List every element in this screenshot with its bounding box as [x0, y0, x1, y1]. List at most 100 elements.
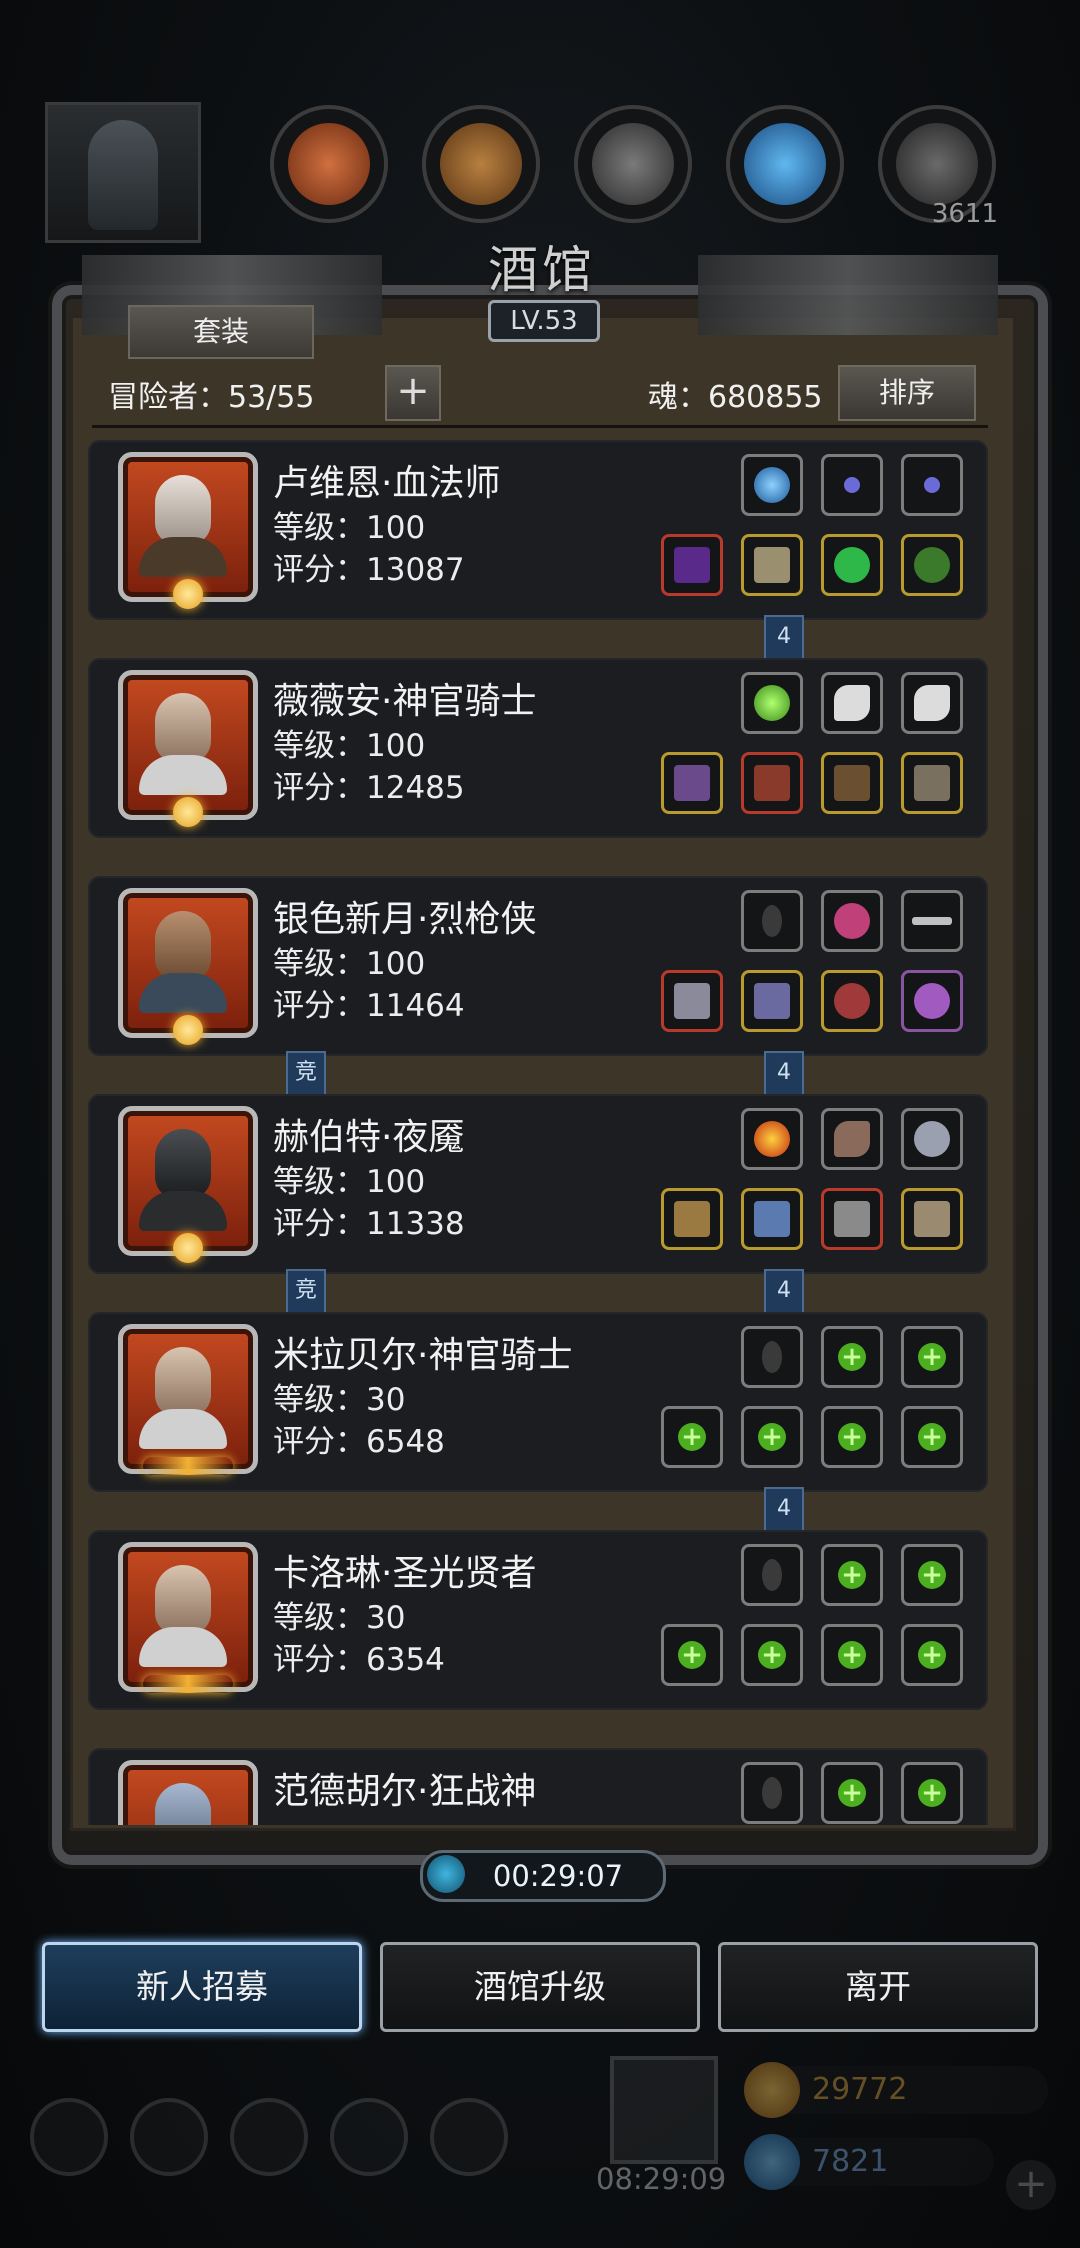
helmet-icon[interactable] [230, 2098, 308, 2176]
gift-box-icon[interactable] [610, 2056, 718, 2164]
gift-timer: 08:29:09 [596, 2162, 727, 2196]
hero-list[interactable]: 卢维恩·血法师 等级：100 评分：13087 4 薇薇安·神官骑士 等级：10… [88, 440, 988, 1825]
add-equipment-icon[interactable]: + [821, 1624, 883, 1686]
add-equipment-icon[interactable]: + [661, 1406, 723, 1468]
hero-name: 米拉贝尔·神官骑士 [273, 1335, 573, 1376]
hero-card[interactable]: 范德胡尔·狂战神 + + [88, 1748, 988, 1825]
hero-name: 赫伯特·夜魇 [273, 1117, 465, 1158]
heart-pendant-equip-icon[interactable] [821, 970, 883, 1032]
ring-equip-icon[interactable] [901, 970, 963, 1032]
crystal-resource-icon[interactable] [726, 105, 844, 223]
rank-tag: 4 [764, 1051, 804, 1097]
add-equipment-icon[interactable]: + [821, 1326, 883, 1388]
add-equipment-icon[interactable]: + [901, 1326, 963, 1388]
wood-resource-icon[interactable] [422, 105, 540, 223]
hero-portrait [118, 670, 258, 827]
add-equipment-icon[interactable]: + [901, 1406, 963, 1468]
helmet-equip-icon[interactable] [821, 1188, 883, 1250]
refresh-timer: 00:29:07 [420, 1850, 666, 1902]
gold-amount: 29772 [812, 2072, 908, 2107]
hero-portrait [118, 1542, 258, 1693]
hero-card[interactable]: 银色新月·烈枪侠 等级：100 评分：11464 [88, 876, 988, 1056]
leave-button[interactable]: 离开 [718, 1942, 1038, 2032]
gold-balance: 29772 [744, 2062, 1048, 2118]
hero-score: 评分：13087 [273, 552, 465, 588]
title-crest: 酒馆 LV.53 [402, 225, 682, 345]
gun-equip-icon[interactable] [661, 970, 723, 1032]
rank-badge-icon [173, 797, 203, 827]
iron-resource-icon[interactable] [574, 105, 692, 223]
star-icon[interactable] [130, 2098, 208, 2176]
accessory-equip-icon[interactable] [901, 534, 963, 596]
hero-card[interactable]: 赫伯特·夜魇 等级：100 评分：11338 [88, 1094, 988, 1274]
feather-equip-icon[interactable] [901, 672, 963, 734]
hero-name: 卡洛琳·圣光贤者 [273, 1553, 537, 1594]
feather-equip-icon[interactable] [821, 672, 883, 734]
fire-gem-equip-icon[interactable] [741, 1108, 803, 1170]
tavern-level-badge: LV.53 [488, 300, 600, 342]
empty-drop-slot-icon[interactable] [741, 1762, 803, 1824]
bracer-equip-icon[interactable] [901, 1188, 963, 1250]
hero-card[interactable]: 卡洛琳·圣光贤者 等级：30 评分：6354 + + + + + + [88, 1530, 988, 1710]
spear-equip-icon[interactable] [661, 1188, 723, 1250]
hero-level: 等级：100 [273, 1164, 426, 1200]
sort-button[interactable]: 排序 [838, 365, 976, 421]
green-gem-equip-icon[interactable] [741, 672, 803, 734]
empty-drop-slot-icon[interactable] [741, 890, 803, 952]
add-equipment-icon[interactable]: + [901, 1762, 963, 1824]
rank-badge-icon [173, 1015, 203, 1045]
armor-equip-icon[interactable] [741, 1188, 803, 1250]
armor-equip-icon[interactable] [741, 534, 803, 596]
mask-equip-icon[interactable] [821, 752, 883, 814]
hero-portrait [118, 1760, 258, 1825]
ring-equip-icon[interactable] [821, 890, 883, 952]
empty-drop-slot-icon[interactable] [741, 1544, 803, 1606]
hero-score: 评分：11338 [273, 1206, 465, 1242]
mail-icon[interactable] [330, 2098, 408, 2176]
hero-name: 卢维恩·血法师 [273, 463, 501, 504]
hero-card[interactable]: 卢维恩·血法师 等级：100 评分：13087 [88, 440, 988, 620]
orb-equip-icon[interactable] [741, 454, 803, 516]
gem-equip-icon[interactable] [821, 534, 883, 596]
gold-rank-badge-icon [143, 1675, 233, 1693]
upgrade-tavern-button[interactable]: 酒馆升级 [380, 1942, 700, 2032]
armor-equip-icon[interactable] [741, 970, 803, 1032]
hero-card[interactable]: 薇薇安·神官骑士 等级：100 评分：12485 [88, 658, 988, 838]
meat-resource-icon[interactable] [270, 105, 388, 223]
hero-score: 评分：6548 [273, 1424, 445, 1460]
hero-level: 等级：30 [273, 1600, 406, 1636]
add-equipment-icon[interactable]: + [821, 1762, 883, 1824]
add-currency-button[interactable]: + [1006, 2160, 1056, 2210]
charm-equip-icon[interactable] [901, 1108, 963, 1170]
add-equipment-icon[interactable]: + [821, 1544, 883, 1606]
add-equipment-icon[interactable]: + [741, 1406, 803, 1468]
add-equipment-icon[interactable]: + [901, 1624, 963, 1686]
armor-equip-icon[interactable] [741, 752, 803, 814]
add-equipment-icon[interactable]: + [661, 1624, 723, 1686]
hero-score: 评分：11464 [273, 988, 465, 1024]
diamond-balance: 7821 [744, 2134, 994, 2190]
player-avatar[interactable] [45, 102, 201, 243]
hero-portrait [118, 452, 258, 609]
settings-icon[interactable] [30, 2098, 108, 2176]
necklace-equip-icon[interactable] [901, 454, 963, 516]
metal-ingot-resource-icon[interactable]: 3611 [878, 105, 998, 229]
staff-equip-icon[interactable] [661, 534, 723, 596]
add-equipment-icon[interactable]: + [741, 1624, 803, 1686]
hero-level: 等级：30 [273, 1382, 406, 1418]
recruit-button[interactable]: 新人招募 [42, 1942, 362, 2032]
hero-card[interactable]: 米拉贝尔·神官骑士 等级：30 评分：6548 + + + + + + [88, 1312, 988, 1492]
necklace-equip-icon[interactable] [821, 454, 883, 516]
add-equipment-icon[interactable]: + [901, 1544, 963, 1606]
add-adventurer-slot-button[interactable]: + [385, 365, 441, 421]
timer-value: 00:29:07 [492, 1859, 624, 1893]
shield-equip-icon[interactable] [901, 752, 963, 814]
rank-tag: 4 [764, 1269, 804, 1315]
empty-drop-slot-icon[interactable] [741, 1326, 803, 1388]
wand-equip-icon[interactable] [901, 890, 963, 952]
add-equipment-icon[interactable]: + [821, 1406, 883, 1468]
set-button[interactable]: 套装 [128, 305, 314, 359]
quill-equip-icon[interactable] [821, 1108, 883, 1170]
spear-equip-icon[interactable] [661, 752, 723, 814]
handshake-icon[interactable] [430, 2098, 508, 2176]
